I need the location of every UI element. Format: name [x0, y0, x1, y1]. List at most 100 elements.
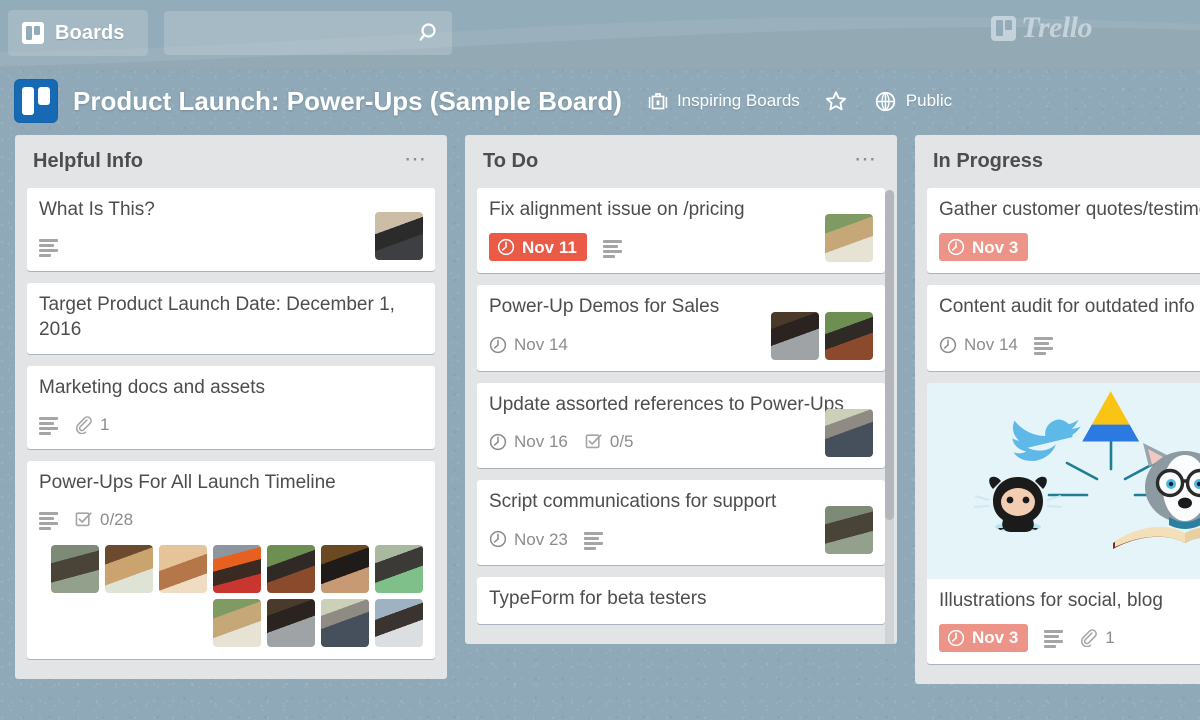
trello-logo-icon[interactable]	[14, 79, 58, 123]
card-badges: Nov 3 1	[939, 623, 1200, 652]
list-scrollbar[interactable]	[885, 190, 894, 644]
due-date-badge[interactable]: Nov 3	[939, 623, 1029, 652]
board-card[interactable]: Power-Up Demos for Sales Nov 14	[477, 285, 885, 371]
trello-brand-logo[interactable]: Trello	[991, 13, 1092, 43]
card-cover-image	[927, 382, 1200, 579]
avatar[interactable]	[321, 544, 369, 593]
clock-icon	[947, 239, 965, 256]
description-icon	[39, 512, 58, 531]
avatar[interactable]	[375, 212, 423, 261]
list-header: Helpful Info ⋯	[15, 135, 447, 188]
checklist-icon	[75, 512, 92, 527]
board-card[interactable]: Content audit for outdated info Nov 14	[927, 285, 1200, 371]
avatar[interactable]	[771, 311, 819, 360]
due-date-label: Nov 14	[514, 335, 568, 355]
avatar[interactable]	[375, 544, 423, 593]
search-input[interactable]	[164, 11, 452, 55]
list-header: To Do ⋯	[465, 135, 897, 188]
star-icon	[825, 91, 846, 111]
avatar[interactable]	[105, 544, 153, 593]
avatar[interactable]	[267, 598, 315, 647]
ellipsis-icon[interactable]: ⋯	[394, 147, 429, 174]
avatar[interactable]	[825, 408, 873, 457]
board-team-label: Inspiring Boards	[676, 91, 800, 110]
board-team[interactable]: Inspiring Boards	[648, 90, 800, 112]
list-title[interactable]: To Do	[483, 150, 538, 173]
board-card[interactable]: Update assorted references to Power-Ups …	[477, 382, 885, 468]
description-badge	[1044, 630, 1064, 649]
due-date-label: Nov 16	[514, 432, 568, 452]
board-card[interactable]: Fix alignment issue on /pricing Nov 11	[477, 188, 885, 274]
board-visibility[interactable]: Public	[874, 90, 952, 113]
card-title: Script communications for support	[489, 490, 777, 512]
card-title: Gather customer quotes/testimonials	[939, 199, 1200, 220]
board-card[interactable]: Power-Ups For All Launch Timeline 0/28	[27, 461, 435, 659]
due-date-badge[interactable]: Nov 11	[489, 233, 587, 262]
avatar[interactable]	[267, 544, 315, 593]
description-icon	[39, 238, 58, 257]
list-cards: Gather customer quotes/testimonials Nov …	[915, 188, 1200, 684]
briefcase-icon	[648, 93, 668, 110]
trello-board-icon	[22, 22, 44, 44]
card-badges: Nov 16 0/5	[489, 428, 873, 456]
list-cards: What Is This? Target Product Launch Date…	[15, 188, 447, 679]
attachment-count: 1	[100, 414, 110, 434]
due-date-badge[interactable]: Nov 16	[489, 428, 568, 456]
boards-button[interactable]: Boards	[8, 10, 148, 56]
board-card[interactable]: Target Product Launch Date: December 1, …	[27, 283, 435, 354]
avatar[interactable]	[825, 506, 873, 555]
card-title: Update assorted references to Power-Ups	[489, 393, 844, 415]
list-scrollbar-thumb[interactable]	[885, 190, 894, 520]
board-card[interactable]: Marketing docs and assets 1	[27, 365, 435, 450]
description-badge	[39, 238, 58, 257]
due-date-badge[interactable]: Nov 14	[939, 331, 1018, 359]
card-title: Fix alignment issue on /pricing	[489, 199, 745, 220]
board-list: Helpful Info ⋯ What Is This? Target Prod…	[15, 135, 447, 679]
ellipsis-icon[interactable]: ⋯	[844, 147, 879, 174]
card-title: Content audit for outdated info	[939, 296, 1195, 318]
avatar[interactable]	[159, 544, 207, 593]
due-date-label: Nov 14	[964, 335, 1018, 355]
board-title[interactable]: Product Launch: Power-Ups (Sample Board)	[73, 86, 622, 117]
board-list: To Do ⋯ Fix alignment issue on /pricing …	[465, 135, 897, 644]
avatar[interactable]	[213, 598, 261, 647]
star-board-button[interactable]	[824, 89, 848, 113]
list-title[interactable]: Helpful Info	[33, 150, 143, 173]
board-card[interactable]: TypeForm for beta testers	[477, 577, 885, 624]
board-card[interactable]: What Is This?	[27, 188, 435, 272]
avatar[interactable]	[375, 598, 423, 647]
card-members	[39, 544, 423, 647]
avatar[interactable]	[321, 598, 369, 647]
due-date-label: Nov 23	[514, 529, 568, 549]
attachment-badge: 1	[74, 415, 109, 434]
clock-icon	[497, 239, 515, 256]
avatar[interactable]	[825, 311, 873, 360]
description-badge	[583, 531, 603, 550]
due-date-badge[interactable]: Nov 3	[939, 233, 1029, 262]
list-title[interactable]: In Progress	[933, 150, 1043, 173]
description-icon	[602, 239, 622, 258]
avatar[interactable]	[213, 544, 261, 593]
board-card[interactable]: Illustrations for social, blog Nov 3 1	[927, 382, 1200, 664]
checklist-count: 0/5	[609, 432, 634, 452]
due-date-badge[interactable]: Nov 14	[489, 331, 568, 359]
due-date-badge[interactable]: Nov 23	[489, 525, 568, 553]
trello-brand-wordmark: Trello	[1021, 11, 1092, 44]
list-cards: Fix alignment issue on /pricing Nov 11 P…	[465, 188, 897, 644]
card-badges: Nov 23	[489, 525, 873, 553]
card-members	[771, 311, 873, 360]
card-title: Illustrations for social, blog	[939, 589, 1163, 611]
card-badges: 1	[39, 411, 423, 437]
avatar[interactable]	[51, 544, 99, 593]
description-badge	[1033, 337, 1053, 356]
search-box[interactable]	[164, 11, 452, 55]
trello-app: Boards Trello Product Launch: Power-Ups …	[0, 0, 1200, 720]
board-card[interactable]: Script communications for support Nov 23	[477, 479, 885, 566]
trello-logo-icon	[991, 15, 1017, 41]
globe-icon	[875, 91, 895, 111]
description-icon	[1033, 337, 1053, 356]
board-card[interactable]: Gather customer quotes/testimonials Nov …	[927, 188, 1200, 274]
card-badges: Nov 3	[939, 233, 1200, 262]
avatar[interactable]	[825, 214, 873, 263]
card-badges: 0/28	[39, 507, 423, 533]
